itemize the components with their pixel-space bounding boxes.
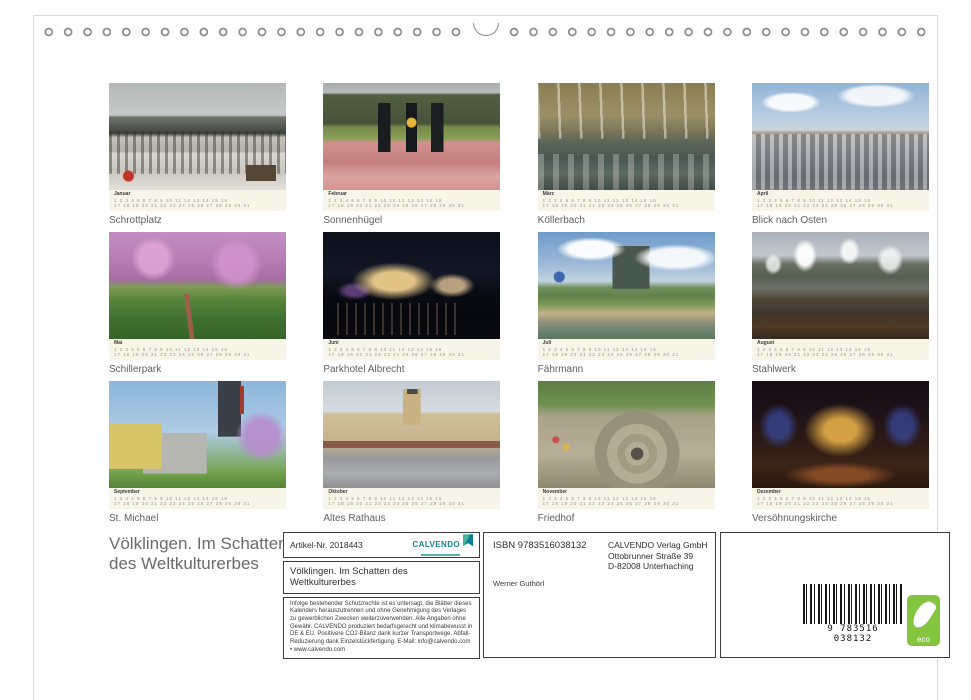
mini-calendar-strip: Juni 1 2 3 4 5 6 7 8 9 10 11 12 13 14 15… [323,339,501,360]
photo-caption: St. Michael [109,513,159,524]
strip-days-row1: 1 2 3 4 5 6 7 8 9 10 11 12 13 14 15 16 [328,346,443,352]
isbn-publisher-box: ISBN 9783516038132 Werner Guthörl CALVEN… [483,532,716,658]
photo-koellerbach [537,83,715,190]
ean-barcode: 9 783516 038132 [803,584,903,646]
photo-caption: Stahlwerk [751,364,796,375]
photo-sonnenhuegel [323,83,501,190]
mini-calendar-strip: Dezember 1 2 3 4 5 6 7 8 9 10 11 12 13 1… [751,488,929,509]
strip-days-row2: 17 18 19 20 21 22 23 24 25 26 27 28 29 3… [114,352,251,358]
photo-caption: Versöhnungskirche [751,513,838,524]
article-info-box: Artikel-Nr. 2018443 CALVENDO Völklingen.… [283,532,480,660]
strip-days-row1: 1 2 3 4 5 6 7 8 9 10 11 12 13 14 15 16 [756,197,872,203]
month-cell-februar: Februar 1 2 3 4 5 6 7 8 9 10 11 12 13 14… [323,83,501,226]
strip-days-row2: 17 18 19 20 21 22 23 24 25 26 27 28 29 3… [114,203,251,209]
photo-caption: Sonnenhügel [323,215,383,226]
strip-days-row1: 1 2 3 4 5 6 7 8 9 10 11 12 13 14 15 16 [756,495,872,501]
photo-caption: Köllerbach [537,215,585,226]
barcode-digits: 9 783516 038132 [803,624,903,644]
strip-days-row2: 17 18 19 20 21 22 23 24 25 26 27 28 29 3… [542,501,680,507]
month-cell-april: April 1 2 3 4 5 6 7 8 9 10 11 12 13 14 1… [751,83,929,226]
mini-calendar-strip: Juli 1 2 3 4 5 6 7 8 9 10 11 12 13 14 15… [537,339,715,360]
mini-calendar-strip: Januar 1 2 3 4 5 6 7 8 9 10 11 12 13 14 … [109,190,286,211]
month-cell-maerz: März 1 2 3 4 5 6 7 8 9 10 11 12 13 14 15… [537,83,715,226]
strip-days-row1: 1 2 3 4 5 6 7 8 9 10 11 12 13 14 15 16 [114,346,229,352]
month-cell-juni: Juni 1 2 3 4 5 6 7 8 9 10 11 12 13 14 15… [323,232,501,375]
strip-days-row1: 1 2 3 4 5 6 7 8 9 10 11 12 13 14 15 16 [542,197,657,203]
month-cell-september: September 1 2 3 4 5 6 7 8 9 10 11 12 13 … [109,381,286,524]
photo-caption: Schrottplatz [109,215,162,226]
strip-days-row1: 1 2 3 4 5 6 7 8 9 10 11 12 13 14 15 16 [328,197,443,203]
publisher-address: CALVENDO Verlag GmbH Ottobrunner Straße … [608,540,708,572]
month-cell-juli: Juli 1 2 3 4 5 6 7 8 9 10 11 12 13 14 15… [537,232,715,375]
eco-logo: eco [907,595,940,646]
photo-schrottplatz [109,83,286,190]
strip-days-row2: 17 18 19 20 21 22 23 24 25 26 27 28 29 3… [328,501,465,507]
strip-days-row2: 17 18 19 20 21 22 23 24 25 26 27 28 29 3… [542,352,680,358]
box-title: Völklingen. Im Schatten des Weltkulturer… [283,561,480,594]
eco-label: eco [917,635,930,644]
mini-calendar-strip: März 1 2 3 4 5 6 7 8 9 10 11 12 13 14 15… [537,190,715,211]
photo-faehrmann [537,232,715,339]
publisher-line: CALVENDO Verlag GmbH [608,540,708,550]
month-cell-oktober: Oktober 1 2 3 4 5 6 7 8 9 10 11 12 13 14… [323,381,501,524]
strip-days-row2: 17 18 19 20 21 22 23 24 25 26 27 28 29 3… [328,203,465,209]
mini-calendar-strip: November 1 2 3 4 5 6 7 8 9 10 11 12 13 1… [537,488,715,509]
photo-altes-rathaus [323,381,501,488]
month-cell-november: November 1 2 3 4 5 6 7 8 9 10 11 12 13 1… [537,381,715,524]
strip-days-row1: 1 2 3 4 5 6 7 8 9 10 11 12 13 14 15 16 [114,495,229,501]
month-cell-august: August 1 2 3 4 5 6 7 8 9 10 11 12 13 14 … [751,232,929,375]
mini-calendar-strip: August 1 2 3 4 5 6 7 8 9 10 11 12 13 14 … [751,339,929,360]
strip-days-row1: 1 2 3 4 5 6 7 8 9 10 11 12 13 14 15 16 [328,495,443,501]
publisher-line: Ottobrunner Straße 39 [608,550,694,561]
leaf-icon [909,598,938,631]
strip-days-row2: 17 18 19 20 21 22 23 24 25 26 27 28 29 3… [756,352,894,358]
strip-days-row2: 17 18 19 20 21 22 23 24 25 26 27 28 29 3… [542,203,680,209]
month-cell-mai: Mai 1 2 3 4 5 6 7 8 9 10 11 12 13 14 15 … [109,232,286,375]
strip-days-row2: 17 18 19 20 21 22 23 24 25 26 27 28 29 3… [756,203,894,209]
strip-days-row1: 1 2 3 4 5 6 7 8 9 10 11 12 13 14 15 16 [542,495,657,501]
strip-days-row2: 17 18 19 20 21 22 23 24 25 26 27 28 29 3… [114,501,251,507]
calvendo-logo: CALVENDO [412,534,473,556]
product-title: Völklingen. Im Schatten des Weltkulturer… [109,534,288,574]
photo-caption: Fährmann [537,364,584,375]
photo-st-michael [109,381,286,488]
strip-days-row1: 1 2 3 4 5 6 7 8 9 10 11 12 13 14 15 16 [542,346,657,352]
calendar-back-cover: Januar 1 2 3 4 5 6 7 8 9 10 11 12 13 14 … [0,0,971,700]
calendar-sheet: Januar 1 2 3 4 5 6 7 8 9 10 11 12 13 14 … [33,15,950,700]
month-cell-dezember: Dezember 1 2 3 4 5 6 7 8 9 10 11 12 13 1… [751,381,929,524]
hanging-hole-icon [465,23,506,41]
photo-schillerpark [109,232,286,339]
photo-caption: Altes Rathaus [323,513,386,524]
month-cell-januar: Januar 1 2 3 4 5 6 7 8 9 10 11 12 13 14 … [109,83,286,226]
strip-days-row2: 17 18 19 20 21 22 23 24 25 26 27 28 29 3… [328,352,465,358]
mini-calendar-strip: Februar 1 2 3 4 5 6 7 8 9 10 11 12 13 14… [323,190,501,211]
mini-calendar-strip: Oktober 1 2 3 4 5 6 7 8 9 10 11 12 13 14… [323,488,501,509]
photo-blick-nach-osten [751,83,929,190]
photo-caption: Schillerpark [109,364,162,375]
strip-days-row2: 17 18 19 20 21 22 23 24 25 26 27 28 29 3… [756,501,894,507]
barcode-bars [803,584,903,628]
calvendo-tagline-bar [421,553,460,556]
article-number-row: Artikel-Nr. 2018443 CALVENDO [283,532,480,558]
photo-caption: Blick nach Osten [751,215,828,226]
photo-versoehnungskirche [751,381,929,488]
mini-calendar-strip: April 1 2 3 4 5 6 7 8 9 10 11 12 13 14 1… [751,190,929,211]
photo-parkhotel-albrecht [323,232,501,339]
photo-caption: Friedhof [537,513,575,524]
legal-text: Infolge bestehender Schutzrechte ist es … [283,596,480,660]
mini-calendar-strip: September 1 2 3 4 5 6 7 8 9 10 11 12 13 … [109,488,286,509]
publisher-line: D-82008 Unterhaching [608,561,694,572]
calvendo-flag-icon [463,534,473,547]
calvendo-wordmark: CALVENDO [412,540,460,550]
barcode-box: 9 783516 038132 eco [720,532,950,658]
photo-stahlwerk [751,232,929,339]
mini-calendar-strip: Mai 1 2 3 4 5 6 7 8 9 10 11 12 13 14 15 … [109,339,286,360]
article-number: Artikel-Nr. 2018443 [290,540,363,550]
month-thumbnail-grid: Januar 1 2 3 4 5 6 7 8 9 10 11 12 13 14 … [109,83,929,524]
photo-friedhof [537,381,715,488]
author-name: Werner Guthörl [493,579,545,588]
strip-days-row1: 1 2 3 4 5 6 7 8 9 10 11 12 13 14 15 16 [114,197,229,203]
photo-caption: Parkhotel Albrecht [323,364,405,375]
strip-days-row1: 1 2 3 4 5 6 7 8 9 10 11 12 13 14 15 16 [756,346,872,352]
